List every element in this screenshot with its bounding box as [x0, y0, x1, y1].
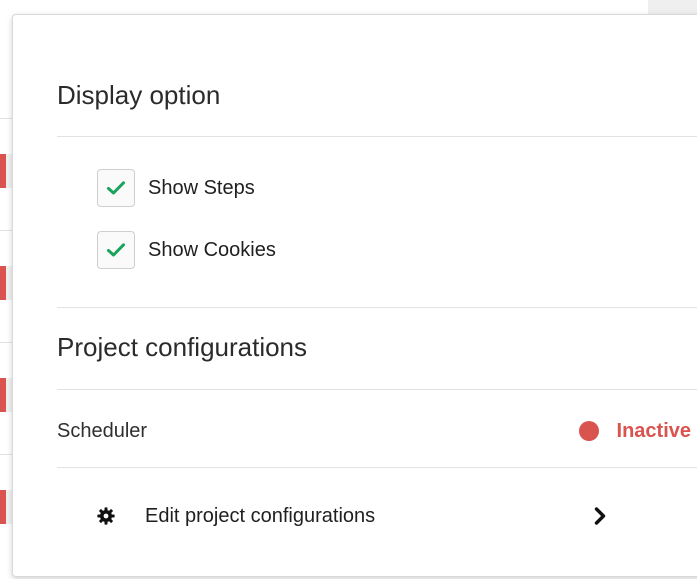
row-status-bar	[0, 266, 6, 300]
status-dot-icon	[578, 421, 599, 441]
background-divider	[0, 342, 12, 343]
checkmark-icon	[107, 181, 125, 195]
scheduler-status: Inactive	[578, 417, 691, 445]
background-list-row	[0, 490, 12, 524]
status-badge: Inactive	[616, 419, 691, 442]
show-steps-option[interactable]: Show Steps	[97, 168, 255, 208]
display-option-heading: Display option	[57, 80, 221, 110]
row-status-bar	[0, 378, 6, 412]
background-divider	[0, 454, 12, 455]
divider	[57, 389, 697, 390]
background-list-row	[0, 266, 12, 300]
checkmark-icon	[107, 243, 125, 257]
background-list-row	[0, 154, 12, 188]
background-divider	[0, 118, 12, 119]
edit-project-configurations-label: Edit project configurations	[145, 504, 376, 527]
chevron-right-icon	[593, 506, 607, 526]
row-status-bar	[0, 154, 6, 188]
background-divider	[0, 230, 12, 231]
show-cookies-option[interactable]: Show Cookies	[97, 230, 276, 270]
show-steps-checkbox[interactable]	[97, 169, 135, 207]
show-steps-label: Show Steps	[148, 176, 255, 199]
background-list-row	[0, 378, 12, 412]
edit-project-configurations-link[interactable]: Edit project configurations	[97, 496, 617, 536]
divider	[57, 467, 697, 468]
scheduler-label: Scheduler	[57, 420, 148, 442]
options-dropdown-panel: Display option Show Steps Show Cookies P…	[12, 14, 697, 577]
project-configurations-heading: Project configurations	[57, 332, 308, 362]
show-cookies-checkbox[interactable]	[97, 231, 135, 269]
row-status-bar	[0, 490, 6, 524]
divider	[57, 307, 697, 308]
gear-icon	[97, 507, 115, 525]
show-cookies-label: Show Cookies	[148, 238, 276, 261]
divider	[57, 136, 697, 137]
